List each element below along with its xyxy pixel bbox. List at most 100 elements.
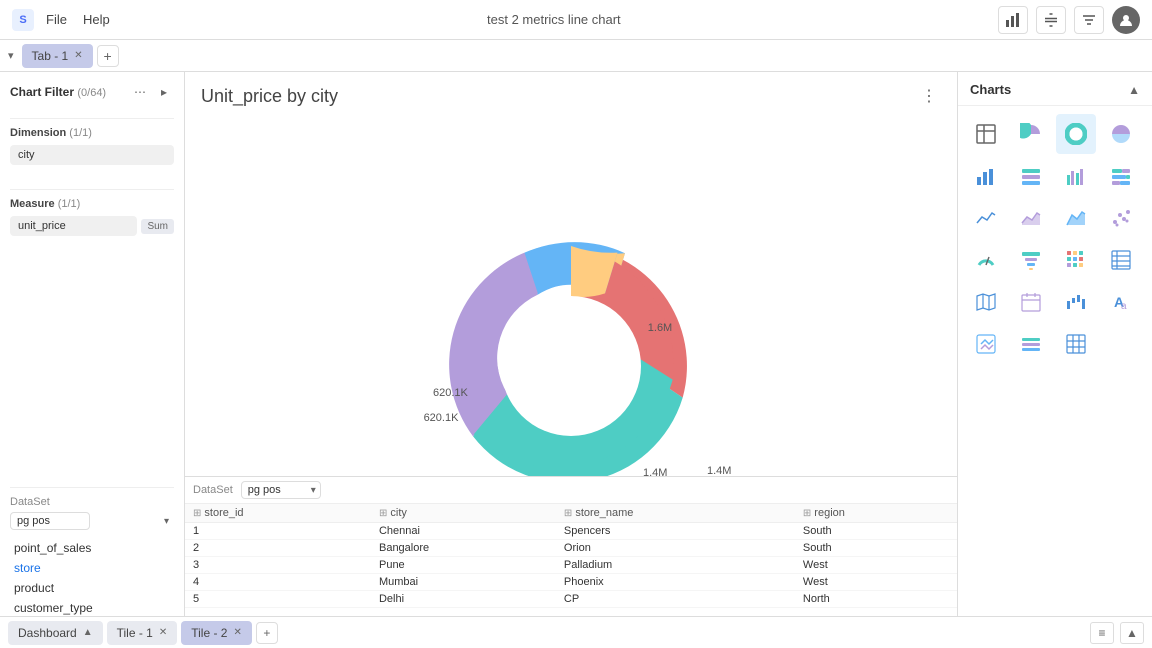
chart-type-gauge[interactable] <box>966 240 1006 280</box>
table-row: 5 Delhi CP North <box>185 591 957 608</box>
tab-1-label: Tab - 1 <box>32 49 69 63</box>
sidebar-divider-2 <box>10 189 174 190</box>
bottom-tab-tile-2[interactable]: Tile - 2 ✕ <box>181 621 252 645</box>
list-item-point-of-sales[interactable]: point_of_sales <box>10 538 174 558</box>
sidebar-filter-header: Chart Filter (0/64) ⋯ ▸ <box>10 82 174 102</box>
menu-help[interactable]: Help <box>83 12 110 27</box>
col-store-id: ⊞store_id <box>185 504 371 523</box>
chart-type-stacked-bar-h[interactable] <box>1101 156 1141 196</box>
cell-city-1: Chennai <box>371 523 556 540</box>
table-row: 2 Bangalore Orion South <box>185 540 957 557</box>
chart-type-area[interactable] <box>1011 198 1051 238</box>
bottom-table-section: DataSet pg pos ⊞store_id ⊞city ⊞store_na… <box>185 476 957 616</box>
chart-type-pivot[interactable] <box>1101 240 1141 280</box>
col-store-name: ⊞store_name <box>556 504 795 523</box>
right-sidebar-collapse-btn[interactable]: ▲ <box>1128 83 1140 97</box>
bottom-tab-dashboard-label: Dashboard <box>18 626 77 640</box>
bottom-tab-tile-1-close[interactable]: ✕ <box>159 627 167 638</box>
left-sidebar: Chart Filter (0/64) ⋯ ▸ Dimension (1/1) … <box>0 72 185 648</box>
chart-type-table[interactable] <box>966 114 1006 154</box>
chart-type-scatter[interactable] <box>1101 198 1141 238</box>
right-sidebar: Charts ▲ <box>957 72 1152 648</box>
chart-type-custom2[interactable] <box>1011 324 1051 364</box>
charts-grid: Aa <box>958 106 1152 372</box>
chart-type-waterfall[interactable] <box>1056 282 1096 322</box>
cell-city-3: Pune <box>371 557 556 574</box>
settings-btn[interactable] <box>1036 6 1066 34</box>
tab-1[interactable]: Tab - 1 ✕ <box>22 44 93 68</box>
sidebar-collapse-btn[interactable]: ▸ <box>154 82 174 102</box>
bottom-dataset-select[interactable]: pg pos <box>241 481 321 499</box>
table-header-row: ⊞store_id ⊞city ⊞store_name ⊞region <box>185 504 957 523</box>
cell-store-name-1: Spencers <box>556 523 795 540</box>
bottom-table-wrap: ⊞store_id ⊞city ⊞store_name ⊞region 1 Ch… <box>185 504 957 616</box>
list-item-product[interactable]: product <box>10 578 174 598</box>
topbar-actions <box>998 6 1140 34</box>
bottom-tabbar: Dashboard ▲ Tile - 1 ✕ Tile - 2 ✕ + ≡ ▲ <box>0 616 1152 648</box>
chart-view-btn[interactable] <box>998 6 1028 34</box>
menu-file[interactable]: File <box>46 12 67 27</box>
chart-type-area-filled[interactable] <box>1056 198 1096 238</box>
chart-type-funnel[interactable] <box>1011 240 1051 280</box>
main-layout: Chart Filter (0/64) ⋯ ▸ Dimension (1/1) … <box>0 72 1152 648</box>
topbar-menu: File Help <box>46 12 110 27</box>
col-icon-store-name: ⊞ <box>564 508 572 519</box>
cell-city-2: Bangalore <box>371 540 556 557</box>
sidebar-more-btn[interactable]: ⋯ <box>130 82 150 102</box>
chart-type-calendar[interactable] <box>1011 282 1051 322</box>
dimension-label: Dimension (1/1) <box>10 127 174 139</box>
sidebar-filter-actions: ⋯ ▸ <box>130 82 174 102</box>
cell-region-3: West <box>795 557 957 574</box>
add-tab-btn[interactable]: + <box>97 45 119 67</box>
bottom-tab-tile-2-close[interactable]: ✕ <box>233 627 241 638</box>
user-avatar[interactable] <box>1112 6 1140 34</box>
sidebar-divider-1 <box>10 118 174 119</box>
measure-field[interactable]: unit_price <box>10 216 137 236</box>
bottom-collapse-btn[interactable]: ▲ <box>1120 622 1144 644</box>
bottom-tab-dashboard-toggle[interactable]: ▲ <box>83 627 93 638</box>
chart-type-half-pie[interactable] <box>1101 114 1141 154</box>
tab-bar: ▾ Tab - 1 ✕ + <box>0 40 1152 72</box>
chart-menu-btn[interactable]: ⋮ <box>917 84 941 108</box>
chart-type-donut[interactable] <box>1056 114 1096 154</box>
dataset-section-label: DataSet <box>10 496 174 508</box>
app-logo: S <box>12 9 34 31</box>
col-region: ⊞region <box>795 504 957 523</box>
chart-type-line[interactable] <box>966 198 1006 238</box>
chart-type-map[interactable] <box>966 282 1006 322</box>
dataset-select[interactable]: pg pos <box>10 512 90 530</box>
tab-1-close[interactable]: ✕ <box>74 50 82 61</box>
table-row: 3 Pune Palladium West <box>185 557 957 574</box>
cell-region-2: South <box>795 540 957 557</box>
chart-type-stacked-bar[interactable] <box>1011 156 1051 196</box>
svg-text:620.1K: 620.1K <box>433 387 469 399</box>
chart-type-text[interactable]: Aa <box>1101 282 1141 322</box>
chart-type-custom3[interactable] <box>1056 324 1096 364</box>
svg-text:a: a <box>1121 301 1127 312</box>
dimension-field[interactable]: city <box>10 145 174 165</box>
bottom-add-tab-btn[interactable]: + <box>256 622 278 644</box>
chart-type-bar[interactable] <box>966 156 1006 196</box>
dataset-label: DataSet <box>193 484 233 496</box>
topbar: S File Help test 2 metrics line chart <box>0 0 1152 40</box>
col-icon-city: ⊞ <box>379 508 387 519</box>
tab-arrow[interactable]: ▾ <box>8 49 14 62</box>
table-head: ⊞store_id ⊞city ⊞store_name ⊞region <box>185 504 957 523</box>
chart-type-custom1[interactable] <box>966 324 1006 364</box>
list-item-store[interactable]: store <box>10 558 174 578</box>
chart-type-heatmap[interactable] <box>1056 240 1096 280</box>
filter-btn[interactable] <box>1074 6 1104 34</box>
cell-city-4: Mumbai <box>371 574 556 591</box>
bottom-menu-btn[interactable]: ≡ <box>1090 622 1114 644</box>
bottom-tab-dashboard[interactable]: Dashboard ▲ <box>8 621 103 645</box>
chart-type-grouped-bar[interactable] <box>1056 156 1096 196</box>
chart-type-pie[interactable] <box>1011 114 1051 154</box>
list-item-customer-type[interactable]: customer_type <box>10 598 174 618</box>
cell-store-name-2: Orion <box>556 540 795 557</box>
bottom-tab-tile-1-label: Tile - 1 <box>117 626 153 640</box>
bottom-dataset-select-wrap: pg pos <box>241 481 321 499</box>
cell-store-name-5: CP <box>556 591 795 608</box>
cell-store-id-3: 3 <box>185 557 371 574</box>
donut-svg-2: 1.6M 1.6M 1.4M 720.8K 620.1K <box>411 216 731 516</box>
bottom-tab-tile-1[interactable]: Tile - 1 ✕ <box>107 621 178 645</box>
